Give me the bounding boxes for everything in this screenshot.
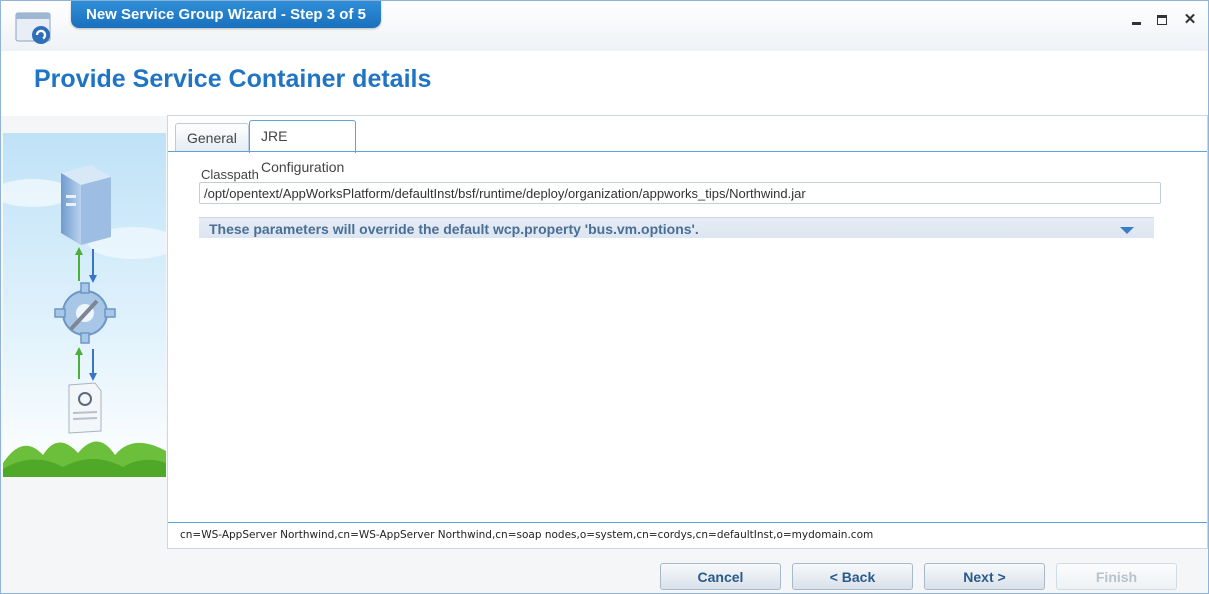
classpath-label: Classpath <box>201 167 259 182</box>
server-icon <box>61 165 111 245</box>
title-bar: New Service Group Wizard - Step 3 of 5 ✕ <box>1 1 1208 51</box>
tab-jre-configuration[interactable]: JRE Configuration <box>249 120 357 175</box>
close-icon: ✕ <box>1183 11 1197 28</box>
minimize-icon <box>1131 21 1141 25</box>
jvm-parameters-section-header[interactable]: These parameters will override the defau… <box>199 217 1154 238</box>
document-icon <box>68 382 102 434</box>
window-title: New Service Group Wizard - Step 3 of 5 <box>71 1 381 28</box>
finish-button[interactable]: Finish <box>1056 563 1177 590</box>
status-divider <box>168 522 1207 523</box>
status-dn: cn=WS-AppServer Northwind,cn=WS-AppServe… <box>180 529 874 541</box>
cancel-button[interactable]: Cancel <box>660 563 781 590</box>
page-title: Provide Service Container details <box>34 65 432 93</box>
app-window-icon <box>15 12 51 44</box>
next-button[interactable]: Next > <box>924 563 1045 590</box>
tab-general[interactable]: General <box>175 123 249 152</box>
tab-divider <box>168 151 1207 152</box>
wizard-window: New Service Group Wizard - Step 3 of 5 ✕… <box>0 0 1209 594</box>
minimize-button[interactable] <box>1127 11 1145 29</box>
chevron-down-icon[interactable] <box>1120 227 1134 234</box>
jvm-parameters-title: These parameters will override the defau… <box>209 221 699 237</box>
wizard-illustration <box>3 133 166 477</box>
maximize-button[interactable] <box>1153 11 1171 29</box>
classpath-input[interactable] <box>199 182 1161 204</box>
back-button[interactable]: < Back <box>792 563 913 590</box>
maximize-icon <box>1157 15 1167 25</box>
content-panel: General JRE Configuration Classpath Thes… <box>167 115 1208 549</box>
close-button[interactable]: ✕ <box>1181 11 1199 29</box>
